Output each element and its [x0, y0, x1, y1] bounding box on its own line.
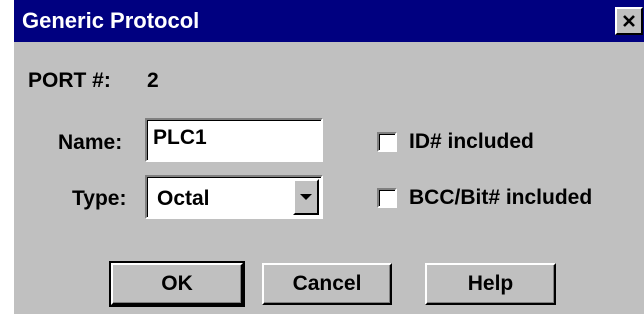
bcc-included-label: BCC/Bit# included	[409, 186, 593, 209]
type-select[interactable]: Octal	[145, 175, 323, 219]
title-bar[interactable]: Generic Protocol	[14, 0, 644, 42]
ok-button[interactable]: OK	[109, 261, 245, 307]
bcc-included-checkbox-row[interactable]: BCC/Bit# included	[377, 186, 592, 210]
type-dropdown-button[interactable]	[293, 179, 319, 215]
bcc-included-checkbox[interactable]	[377, 188, 397, 208]
type-label: Type:	[72, 187, 127, 210]
id-included-checkbox[interactable]	[377, 132, 397, 152]
id-included-checkbox-row[interactable]: ID# included	[377, 130, 534, 154]
help-button[interactable]: Help	[425, 263, 556, 305]
cancel-button[interactable]: Cancel	[262, 263, 392, 305]
type-select-value: Octal	[157, 187, 210, 210]
generic-protocol-dialog: Generic Protocol PORT #: 2 Name: PLC1 Ty…	[12, 0, 644, 314]
name-input[interactable]: PLC1	[145, 118, 323, 162]
id-included-label: ID# included	[409, 130, 534, 153]
port-value: 2	[147, 69, 159, 92]
window-title: Generic Protocol	[22, 8, 200, 33]
chevron-down-icon	[300, 194, 312, 200]
name-label: Name:	[58, 131, 123, 154]
close-icon	[623, 15, 635, 27]
port-label: PORT #:	[28, 69, 111, 92]
name-input-value: PLC1	[153, 126, 207, 149]
close-button[interactable]	[615, 7, 643, 35]
